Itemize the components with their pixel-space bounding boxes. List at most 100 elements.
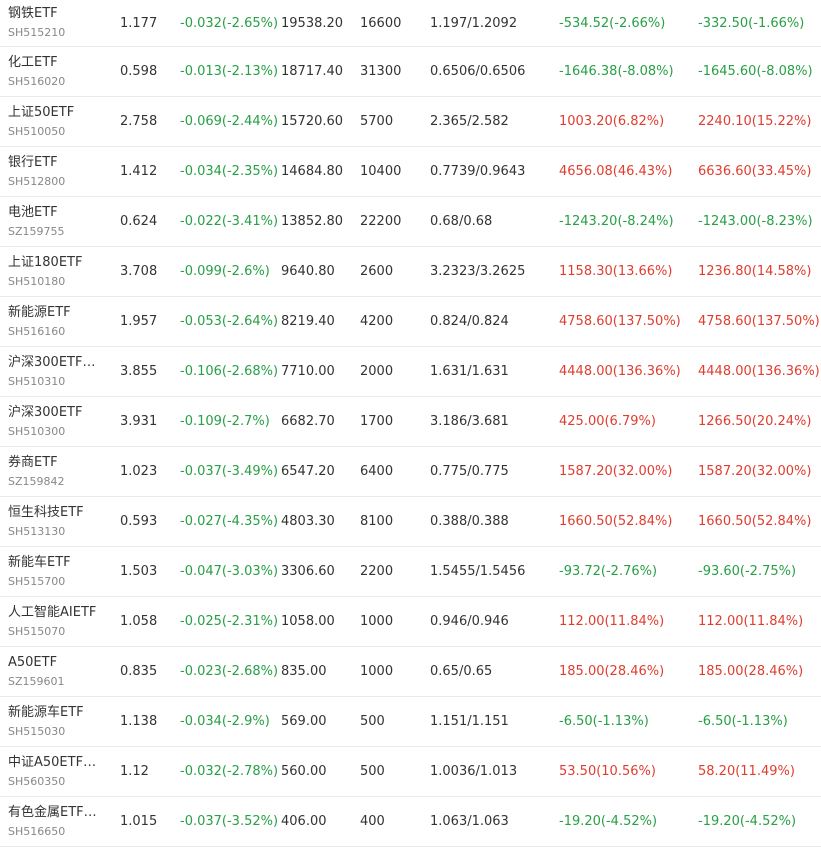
fund-code: SH513130 [8, 524, 66, 538]
fund-cell[interactable]: 中证A50ETF… SH560350 [8, 747, 108, 796]
quantity-cell: 2600 [360, 264, 394, 279]
table-row[interactable]: 钢铁ETF SH515210 1.177 -0.032(-2.65%) 1953… [0, 0, 821, 47]
fund-cell[interactable]: 沪深300ETF SH510300 [8, 397, 108, 446]
total-profit-loss-cell: 2240.10(15.22%) [698, 114, 812, 129]
fund-cell[interactable]: A50ETF SZ159601 [8, 647, 108, 696]
table-row[interactable]: 电池ETF SZ159755 0.624 -0.022(-3.41%) 1385… [0, 197, 821, 247]
change-cell: -0.034(-2.35%) [180, 164, 278, 179]
fund-cell[interactable]: 化工ETF SH516020 [8, 47, 108, 96]
fund-cell[interactable]: 上证180ETF SH510180 [8, 247, 108, 296]
fund-name[interactable]: 有色金属ETF… [8, 804, 97, 822]
profit-loss-cell: -93.72(-2.76%) [559, 564, 658, 579]
profit-loss-cell: -6.50(-1.13%) [559, 714, 649, 729]
cost-cell: 0.68/0.68 [430, 214, 493, 229]
total-profit-loss-cell: 58.20(11.49%) [698, 764, 795, 779]
cost-cell: 0.946/0.946 [430, 614, 509, 629]
fund-name[interactable]: 银行ETF [8, 154, 58, 172]
fund-name[interactable]: 化工ETF [8, 54, 58, 72]
fund-code: SZ159755 [8, 224, 65, 238]
profit-loss-cell: 1158.30(13.66%) [559, 264, 673, 279]
fund-cell[interactable]: 沪深300ETF… SH510310 [8, 347, 108, 396]
cost-cell: 0.388/0.388 [430, 514, 509, 529]
cost-cell: 1.197/1.2092 [430, 15, 518, 31]
table-row[interactable]: 恒生科技ETF SH513130 0.593 -0.027(-4.35%) 48… [0, 497, 821, 547]
table-row[interactable]: 有色金属ETF… SH516650 1.015 -0.037(-3.52%) 4… [0, 797, 821, 847]
cost-cell: 3.186/3.681 [430, 414, 509, 429]
cost-cell: 2.365/2.582 [430, 114, 509, 129]
fund-code: SH516160 [8, 324, 66, 338]
fund-name[interactable]: 钢铁ETF [8, 5, 58, 23]
change-cell: -0.099(-2.6%) [180, 264, 270, 279]
table-row[interactable]: 上证180ETF SH510180 3.708 -0.099(-2.6%) 96… [0, 247, 821, 297]
fund-name[interactable]: 电池ETF [8, 204, 58, 222]
table-row[interactable]: A50ETF SZ159601 0.835 -0.023(-2.68%) 835… [0, 647, 821, 697]
quantity-cell: 1700 [360, 414, 394, 429]
fund-cell[interactable]: 电池ETF SZ159755 [8, 197, 108, 246]
fund-code: SH510300 [8, 424, 66, 438]
table-row[interactable]: 新能源车ETF SH515030 1.138 -0.034(-2.9%) 569… [0, 697, 821, 747]
change-cell: -0.022(-3.41%) [180, 214, 278, 229]
price-cell: 1.058 [120, 614, 158, 629]
quantity-cell: 500 [360, 764, 385, 779]
quantity-cell: 2200 [360, 564, 394, 579]
table-row[interactable]: 化工ETF SH516020 0.598 -0.013(-2.13%) 1871… [0, 47, 821, 97]
fund-cell[interactable]: 上证50ETF SH510050 [8, 97, 108, 146]
fund-cell[interactable]: 券商ETF SZ159842 [8, 447, 108, 496]
fund-name[interactable]: 上证50ETF [8, 104, 74, 122]
fund-name[interactable]: 沪深300ETF [8, 404, 82, 422]
fund-name[interactable]: 新能源车ETF [8, 704, 84, 722]
profit-loss-cell: 4758.60(137.50%) [559, 314, 681, 329]
table-row[interactable]: 上证50ETF SH510050 2.758 -0.069(-2.44%) 15… [0, 97, 821, 147]
fund-cell[interactable]: 恒生科技ETF SH513130 [8, 497, 108, 546]
table-row[interactable]: 银行ETF SH512800 1.412 -0.034(-2.35%) 1468… [0, 147, 821, 197]
price-cell: 0.593 [120, 514, 158, 529]
fund-cell[interactable]: 新能源ETF SH516160 [8, 297, 108, 346]
fund-name[interactable]: 新能源ETF [8, 304, 71, 322]
table-row[interactable]: 中证A50ETF… SH560350 1.12 -0.032(-2.78%) 5… [0, 747, 821, 797]
market-value-cell: 835.00 [281, 664, 327, 679]
price-cell: 1.503 [120, 564, 158, 579]
fund-code: SH516650 [8, 824, 66, 838]
fund-cell[interactable]: 新能源车ETF SH515030 [8, 697, 108, 746]
quantity-cell: 6400 [360, 464, 394, 479]
market-value-cell: 6547.20 [281, 464, 335, 479]
fund-cell[interactable]: 银行ETF SH512800 [8, 147, 108, 196]
fund-cell[interactable]: 有色金属ETF… SH516650 [8, 797, 108, 846]
fund-name[interactable]: 中证A50ETF… [8, 754, 96, 772]
fund-code: SH515030 [8, 724, 66, 738]
fund-name[interactable]: 人工智能AIETF [8, 604, 96, 622]
table-row[interactable]: 沪深300ETF SH510300 3.931 -0.109(-2.7%) 66… [0, 397, 821, 447]
market-value-cell: 569.00 [281, 714, 327, 729]
fund-code: SH515700 [8, 574, 66, 588]
fund-cell[interactable]: 人工智能AIETF SH515070 [8, 597, 108, 646]
cost-cell: 1.5455/1.5456 [430, 564, 526, 579]
fund-name[interactable]: 恒生科技ETF [8, 504, 84, 522]
market-value-cell: 15720.60 [281, 114, 344, 129]
price-cell: 1.015 [120, 814, 158, 829]
fund-name[interactable]: 上证180ETF [8, 254, 82, 272]
price-cell: 3.855 [120, 364, 158, 379]
table-row[interactable]: 新能源ETF SH516160 1.957 -0.053(-2.64%) 821… [0, 297, 821, 347]
profit-loss-cell: 53.50(10.56%) [559, 764, 656, 779]
table-row[interactable]: 新能车ETF SH515700 1.503 -0.047(-3.03%) 330… [0, 547, 821, 597]
table-row[interactable]: 沪深300ETF… SH510310 3.855 -0.106(-2.68%) … [0, 347, 821, 397]
change-cell: -0.109(-2.7%) [180, 414, 270, 429]
cost-cell: 0.824/0.824 [430, 314, 509, 329]
fund-name[interactable]: 沪深300ETF… [8, 354, 95, 372]
cost-cell: 1.063/1.063 [430, 814, 509, 829]
table-row[interactable]: 人工智能AIETF SH515070 1.058 -0.025(-2.31%) … [0, 597, 821, 647]
fund-name[interactable]: 新能车ETF [8, 554, 71, 572]
price-cell: 0.598 [120, 64, 158, 79]
fund-name[interactable]: A50ETF [8, 654, 57, 672]
change-cell: -0.106(-2.68%) [180, 364, 278, 379]
total-profit-loss-cell: 1660.50(52.84%) [698, 514, 812, 529]
quantity-cell: 1000 [360, 614, 394, 629]
fund-cell[interactable]: 钢铁ETF SH515210 [8, 0, 108, 46]
profit-loss-cell: 4448.00(136.36%) [559, 364, 681, 379]
fund-code: SH510310 [8, 374, 66, 388]
table-row[interactable]: 券商ETF SZ159842 1.023 -0.037(-3.49%) 6547… [0, 447, 821, 497]
fund-name[interactable]: 券商ETF [8, 454, 58, 472]
total-profit-loss-cell: 6636.60(33.45%) [698, 164, 812, 179]
change-cell: -0.027(-4.35%) [180, 514, 278, 529]
fund-cell[interactable]: 新能车ETF SH515700 [8, 547, 108, 596]
